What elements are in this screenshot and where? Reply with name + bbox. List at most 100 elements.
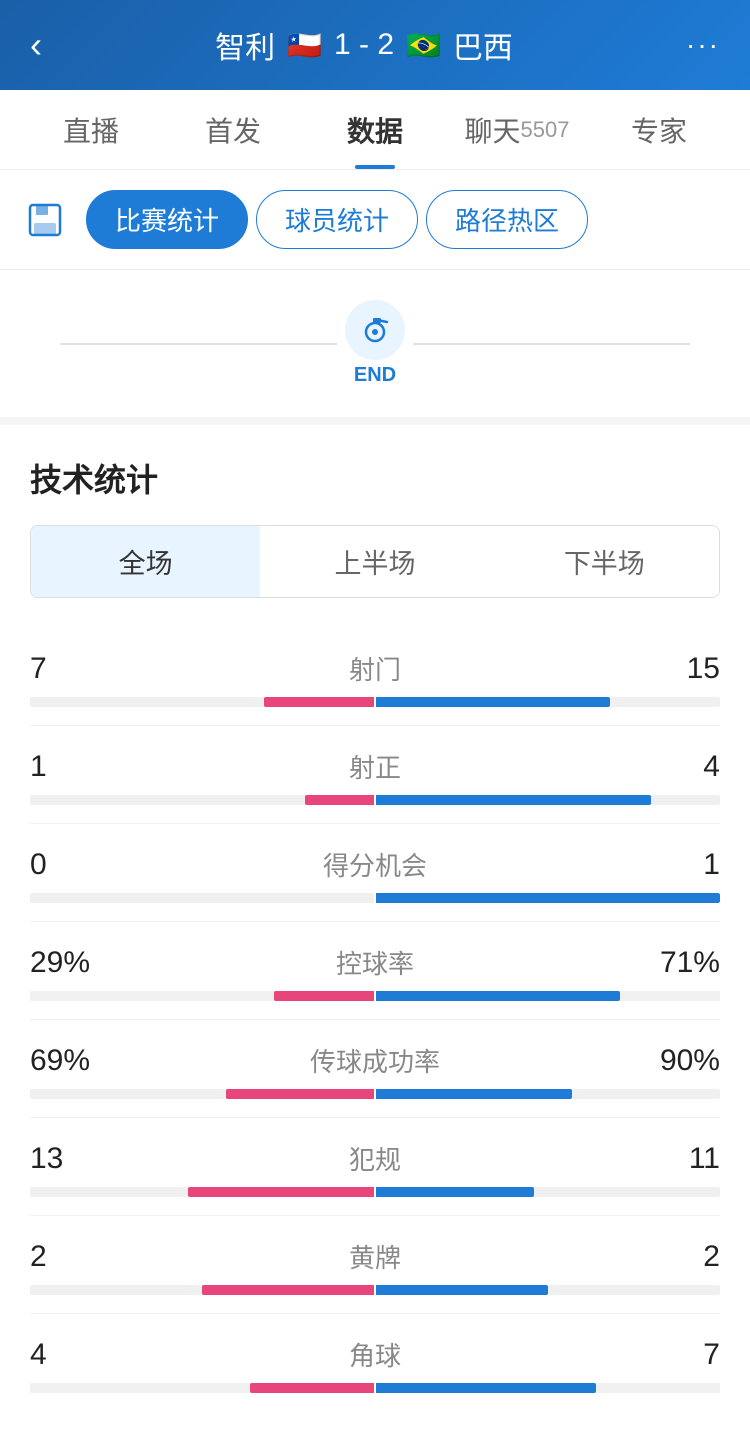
bar-left-container bbox=[30, 991, 374, 1001]
left-team-name: 智利 bbox=[215, 23, 275, 67]
more-button[interactable]: ··· bbox=[686, 29, 720, 61]
stat-label: 得分机会 bbox=[323, 846, 427, 883]
bar-left-container bbox=[30, 1285, 374, 1295]
bar-right bbox=[376, 1187, 534, 1197]
stat-left-value: 4 bbox=[30, 1338, 110, 1372]
stat-row: 29% 控球率 71% bbox=[30, 922, 720, 1020]
stat-row: 1 射正 4 bbox=[30, 726, 720, 824]
bar-right bbox=[376, 697, 610, 707]
tab-live[interactable]: 直播 bbox=[20, 90, 162, 169]
stat-label: 控球率 bbox=[336, 944, 414, 981]
timeline-end-icon: END bbox=[337, 300, 413, 387]
stat-row: 0 得分机会 1 bbox=[30, 824, 720, 922]
bar-left bbox=[202, 1285, 374, 1295]
tab-chat[interactable]: 聊天5507 bbox=[446, 90, 588, 169]
tab-lineup[interactable]: 首发 bbox=[162, 90, 304, 169]
stat-left-value: 69% bbox=[30, 1044, 110, 1078]
stat-values: 69% 传球成功率 90% bbox=[30, 1042, 720, 1079]
stat-label: 犯规 bbox=[349, 1140, 401, 1177]
bar-left-container bbox=[30, 1187, 374, 1197]
bar-left-container bbox=[30, 893, 374, 903]
stat-right-value: 7 bbox=[640, 1338, 720, 1372]
save-icon bbox=[20, 195, 70, 245]
stat-right-value: 90% bbox=[640, 1044, 720, 1078]
bar-right bbox=[376, 1285, 548, 1295]
timeline: END bbox=[0, 270, 750, 425]
stat-left-value: 13 bbox=[30, 1142, 110, 1176]
bar-right bbox=[376, 991, 620, 1001]
stat-rows: 7 射门 15 1 射正 4 0 得分机 bbox=[30, 628, 720, 1411]
bar-right-container bbox=[376, 893, 720, 903]
stat-values: 1 射正 4 bbox=[30, 748, 720, 785]
bar-left-container bbox=[30, 1089, 374, 1099]
stat-left-value: 29% bbox=[30, 946, 110, 980]
timeline-end-label: END bbox=[354, 364, 396, 387]
stat-label: 角球 bbox=[349, 1336, 401, 1373]
bar-left bbox=[250, 1383, 374, 1393]
period-tab-second-half[interactable]: 下半场 bbox=[490, 526, 719, 597]
chat-count: 5507 bbox=[521, 117, 570, 143]
bar-left bbox=[188, 1187, 374, 1197]
bar-left bbox=[264, 697, 374, 707]
period-tab-first-half[interactable]: 上半场 bbox=[260, 526, 489, 597]
sub-tabs: 比赛统计 球员统计 路径热区 bbox=[86, 190, 588, 249]
bar-left-container bbox=[30, 697, 374, 707]
stat-left-value: 2 bbox=[30, 1240, 110, 1274]
bar-right bbox=[376, 795, 651, 805]
right-team-name: 巴西 bbox=[453, 23, 513, 67]
bar-right bbox=[376, 1383, 596, 1393]
bar-right bbox=[376, 893, 720, 903]
stat-row: 2 黄牌 2 bbox=[30, 1216, 720, 1314]
sub-header: 比赛统计 球员统计 路径热区 bbox=[0, 170, 750, 270]
bar-left-container bbox=[30, 1383, 374, 1393]
bar-left bbox=[305, 795, 374, 805]
stat-right-value: 15 bbox=[640, 652, 720, 686]
bar-right bbox=[376, 1089, 572, 1099]
nav-tabs: 直播 首发 数据 聊天5507 专家 bbox=[0, 90, 750, 170]
stat-label: 传球成功率 bbox=[310, 1042, 440, 1079]
stat-right-value: 1 bbox=[640, 848, 720, 882]
bar-left bbox=[274, 991, 374, 1001]
sub-tab-match-stats[interactable]: 比赛统计 bbox=[86, 190, 248, 249]
stat-values: 7 射门 15 bbox=[30, 650, 720, 687]
stat-row: 13 犯规 11 bbox=[30, 1118, 720, 1216]
period-tab-full[interactable]: 全场 bbox=[31, 526, 260, 597]
sub-tab-heatmap[interactable]: 路径热区 bbox=[426, 190, 588, 249]
bar-right-container bbox=[376, 697, 720, 707]
match-title: 智利 🇨🇱 1 - 2 🇧🇷 巴西 bbox=[215, 23, 513, 67]
sub-tab-player-stats[interactable]: 球员统计 bbox=[256, 190, 418, 249]
tab-data[interactable]: 数据 bbox=[304, 90, 446, 169]
bar-left-container bbox=[30, 795, 374, 805]
stat-right-value: 4 bbox=[640, 750, 720, 784]
stat-left-value: 7 bbox=[30, 652, 110, 686]
tech-stats-title: 技术统计 bbox=[30, 455, 720, 501]
stat-label: 黄牌 bbox=[349, 1238, 401, 1275]
stat-values: 13 犯规 11 bbox=[30, 1140, 720, 1177]
stat-values: 29% 控球率 71% bbox=[30, 944, 720, 981]
stat-label: 射门 bbox=[349, 650, 401, 687]
stat-row: 69% 传球成功率 90% bbox=[30, 1020, 720, 1118]
stat-values: 4 角球 7 bbox=[30, 1336, 720, 1373]
bar-right-container bbox=[376, 991, 720, 1001]
stat-right-value: 2 bbox=[640, 1240, 720, 1274]
stat-left-value: 1 bbox=[30, 750, 110, 784]
stat-right-value: 71% bbox=[640, 946, 720, 980]
stat-label: 射正 bbox=[349, 748, 401, 785]
stat-row: 7 射门 15 bbox=[30, 628, 720, 726]
bar-left bbox=[226, 1089, 374, 1099]
tab-expert[interactable]: 专家 bbox=[588, 90, 730, 169]
stat-bars bbox=[30, 1187, 720, 1197]
bar-right-container bbox=[376, 1285, 720, 1295]
bar-right-container bbox=[376, 1187, 720, 1197]
back-button[interactable]: ‹ bbox=[30, 24, 42, 66]
bar-right-container bbox=[376, 1089, 720, 1099]
match-score: 1 - 2 bbox=[334, 28, 394, 62]
stat-values: 2 黄牌 2 bbox=[30, 1238, 720, 1275]
stat-bars bbox=[30, 795, 720, 805]
stat-right-value: 11 bbox=[640, 1142, 720, 1176]
stat-left-value: 0 bbox=[30, 848, 110, 882]
stat-row: 4 角球 7 bbox=[30, 1314, 720, 1411]
bar-right-container bbox=[376, 1383, 720, 1393]
stat-bars bbox=[30, 1285, 720, 1295]
period-tabs: 全场 上半场 下半场 bbox=[30, 525, 720, 598]
